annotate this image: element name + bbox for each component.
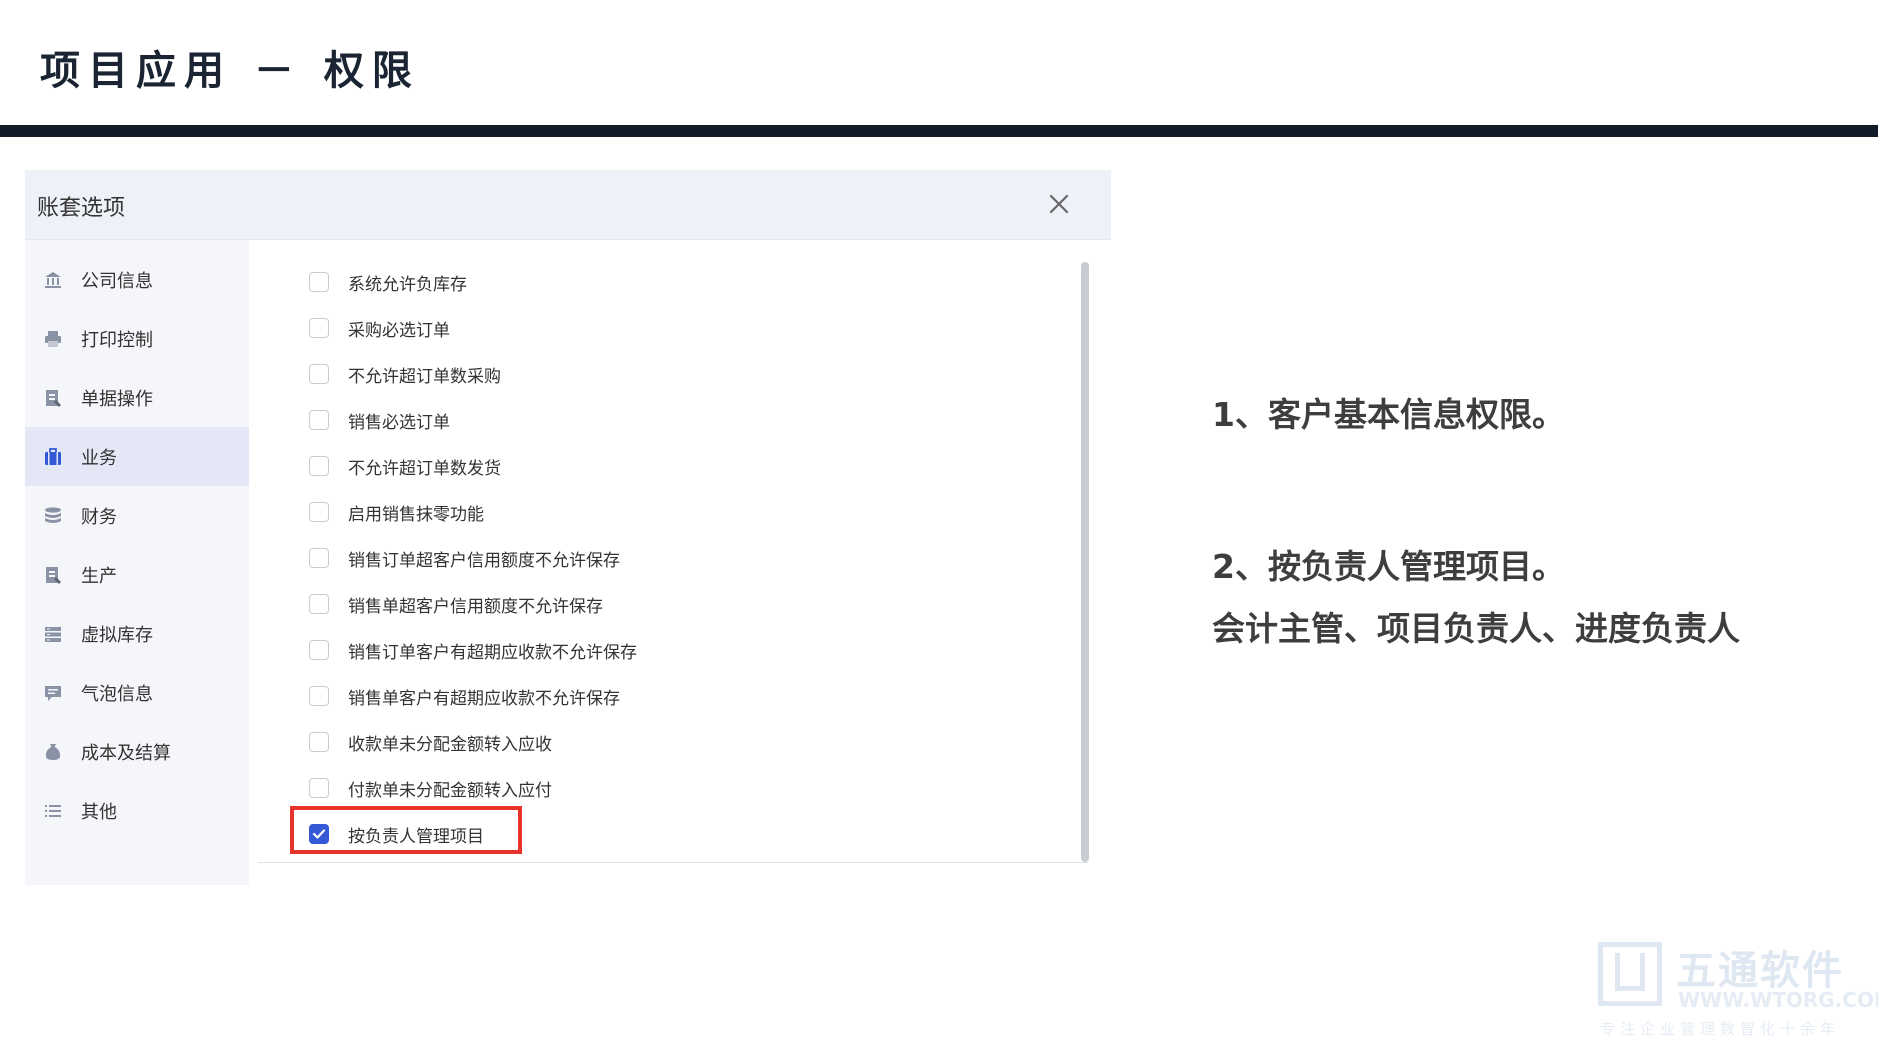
checkbox[interactable] (309, 272, 329, 292)
option-label: 系统允许负库存 (348, 275, 467, 295)
account-options-dialog: 账套选项 公司信息 打印控制 单据操作 业务 财务 生产 虚拟库存 气泡信息 成… (25, 170, 1111, 885)
checkbox[interactable] (309, 594, 329, 614)
checkbox[interactable] (309, 778, 329, 798)
sidebar-item-bubble-info[interactable]: 气泡信息 (25, 663, 249, 722)
sidebar-item-label: 单据操作 (81, 389, 153, 410)
briefcase-icon (45, 448, 61, 465)
note-line-2: 2、按负责人管理项目。 (1212, 547, 1565, 586)
sidebar-item-virtual-inventory[interactable]: 虚拟库存 (25, 604, 249, 663)
option-label: 销售单客户有超期应收款不允许保存 (348, 689, 620, 709)
sidebar-item-label: 打印控制 (81, 330, 153, 351)
sidebar-item-label: 成本及结算 (81, 743, 171, 764)
sidebar-item-company-info[interactable]: 公司信息 (25, 250, 249, 309)
checkbox[interactable] (309, 364, 329, 384)
watermark-url: WWW.WTORG.COM (1678, 988, 1878, 1012)
chat-bubble-icon (45, 686, 61, 701)
sidebar-item-finance[interactable]: 财务 (25, 486, 249, 545)
checkbox[interactable] (309, 456, 329, 476)
close-icon[interactable] (1045, 190, 1073, 218)
option-label: 启用销售抹零功能 (348, 505, 484, 525)
bank-icon (45, 272, 61, 288)
option-label: 收款单未分配金额转入应收 (348, 735, 552, 755)
sidebar-item-other[interactable]: 其他 (25, 781, 249, 840)
sidebar-item-cost-settlement[interactable]: 成本及结算 (25, 722, 249, 781)
option-label: 付款单未分配金额转入应付 (348, 781, 552, 801)
option-label: 销售必选订单 (348, 413, 450, 433)
checkbox[interactable] (309, 548, 329, 568)
money-bag-icon (45, 744, 61, 760)
document-edit-icon (46, 567, 61, 584)
slide-title: 项目应用 － 权限 (40, 48, 420, 94)
highlight-box (290, 806, 522, 854)
title-divider (0, 125, 1878, 137)
option-label: 不允许超订单数采购 (348, 367, 501, 387)
document-edit-icon (46, 390, 61, 407)
checkbox[interactable] (309, 318, 329, 338)
watermark-slogan: 专注企业管理数智化十余年 (1600, 1020, 1841, 1038)
storage-icon (45, 627, 61, 642)
sidebar-item-business[interactable]: 业务 (25, 427, 249, 486)
watermark: 五通软件 WWW.WTORG.COM 专注企业管理数智化十余年 (1598, 938, 1878, 1038)
printer-icon (45, 331, 61, 347)
option-label: 销售订单客户有超期应收款不允许保存 (348, 643, 637, 663)
checkbox[interactable] (309, 686, 329, 706)
sidebar-item-label: 生产 (81, 566, 117, 587)
note-line-3: 会计主管、项目负责人、进度负责人 (1212, 609, 1740, 648)
options-scrollbar[interactable] (1081, 262, 1089, 862)
list-icon (45, 805, 61, 817)
option-label: 不允许超订单数发货 (348, 459, 501, 479)
dialog-title: 账套选项 (37, 196, 126, 221)
checkbox[interactable] (309, 732, 329, 752)
sidebar-item-label: 财务 (81, 507, 117, 528)
note-line-1: 1、客户基本信息权限。 (1212, 395, 1565, 434)
sidebar-item-production[interactable]: 生产 (25, 545, 249, 604)
dialog-header: 账套选项 (25, 170, 1111, 240)
option-label: 采购必选订单 (348, 321, 450, 341)
sidebar-item-label: 虚拟库存 (81, 625, 153, 646)
watermark-logo-icon (1598, 942, 1662, 1006)
panel-bottom-divider (258, 862, 1088, 863)
sidebar-item-label: 业务 (81, 448, 117, 469)
settings-sidebar: 公司信息 打印控制 单据操作 业务 财务 生产 虚拟库存 气泡信息 成本及结算 … (25, 240, 249, 885)
sidebar-item-label: 其他 (81, 802, 117, 823)
business-options-panel: 系统允许负库存 采购必选订单 不允许超订单数采购 销售必选订单 不允许超订单数发… (249, 240, 1111, 885)
sidebar-item-label: 气泡信息 (81, 684, 153, 705)
database-icon (45, 507, 61, 523)
sidebar-item-document-ops[interactable]: 单据操作 (25, 368, 249, 427)
sidebar-item-label: 公司信息 (81, 271, 153, 292)
checkbox[interactable] (309, 502, 329, 522)
sidebar-item-print-control[interactable]: 打印控制 (25, 309, 249, 368)
option-label: 销售订单超客户信用额度不允许保存 (348, 551, 620, 571)
option-label: 销售单超客户信用额度不允许保存 (348, 597, 603, 617)
checkbox[interactable] (309, 640, 329, 660)
checkbox[interactable] (309, 410, 329, 430)
